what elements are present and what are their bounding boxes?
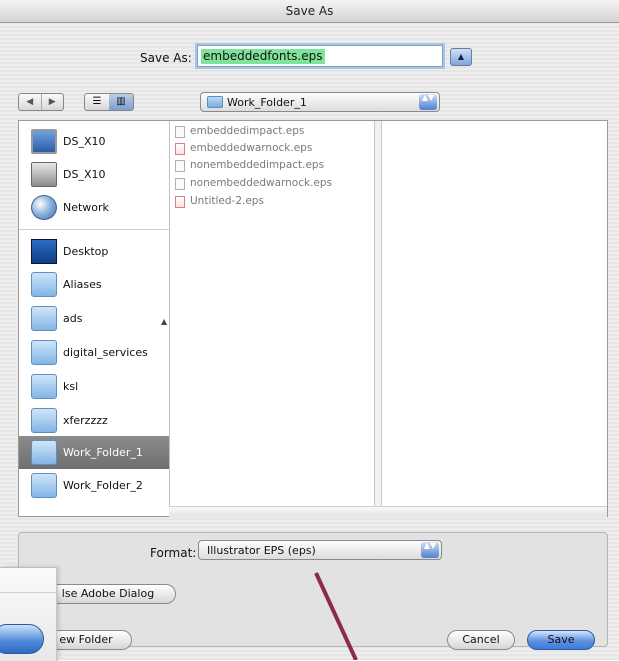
save-as-dialog: Save As Save As: embeddedfonts.eps ▲ ◀ ▶… xyxy=(0,0,619,661)
annotation-line-stroke xyxy=(314,572,358,660)
annotation-line xyxy=(314,572,358,660)
